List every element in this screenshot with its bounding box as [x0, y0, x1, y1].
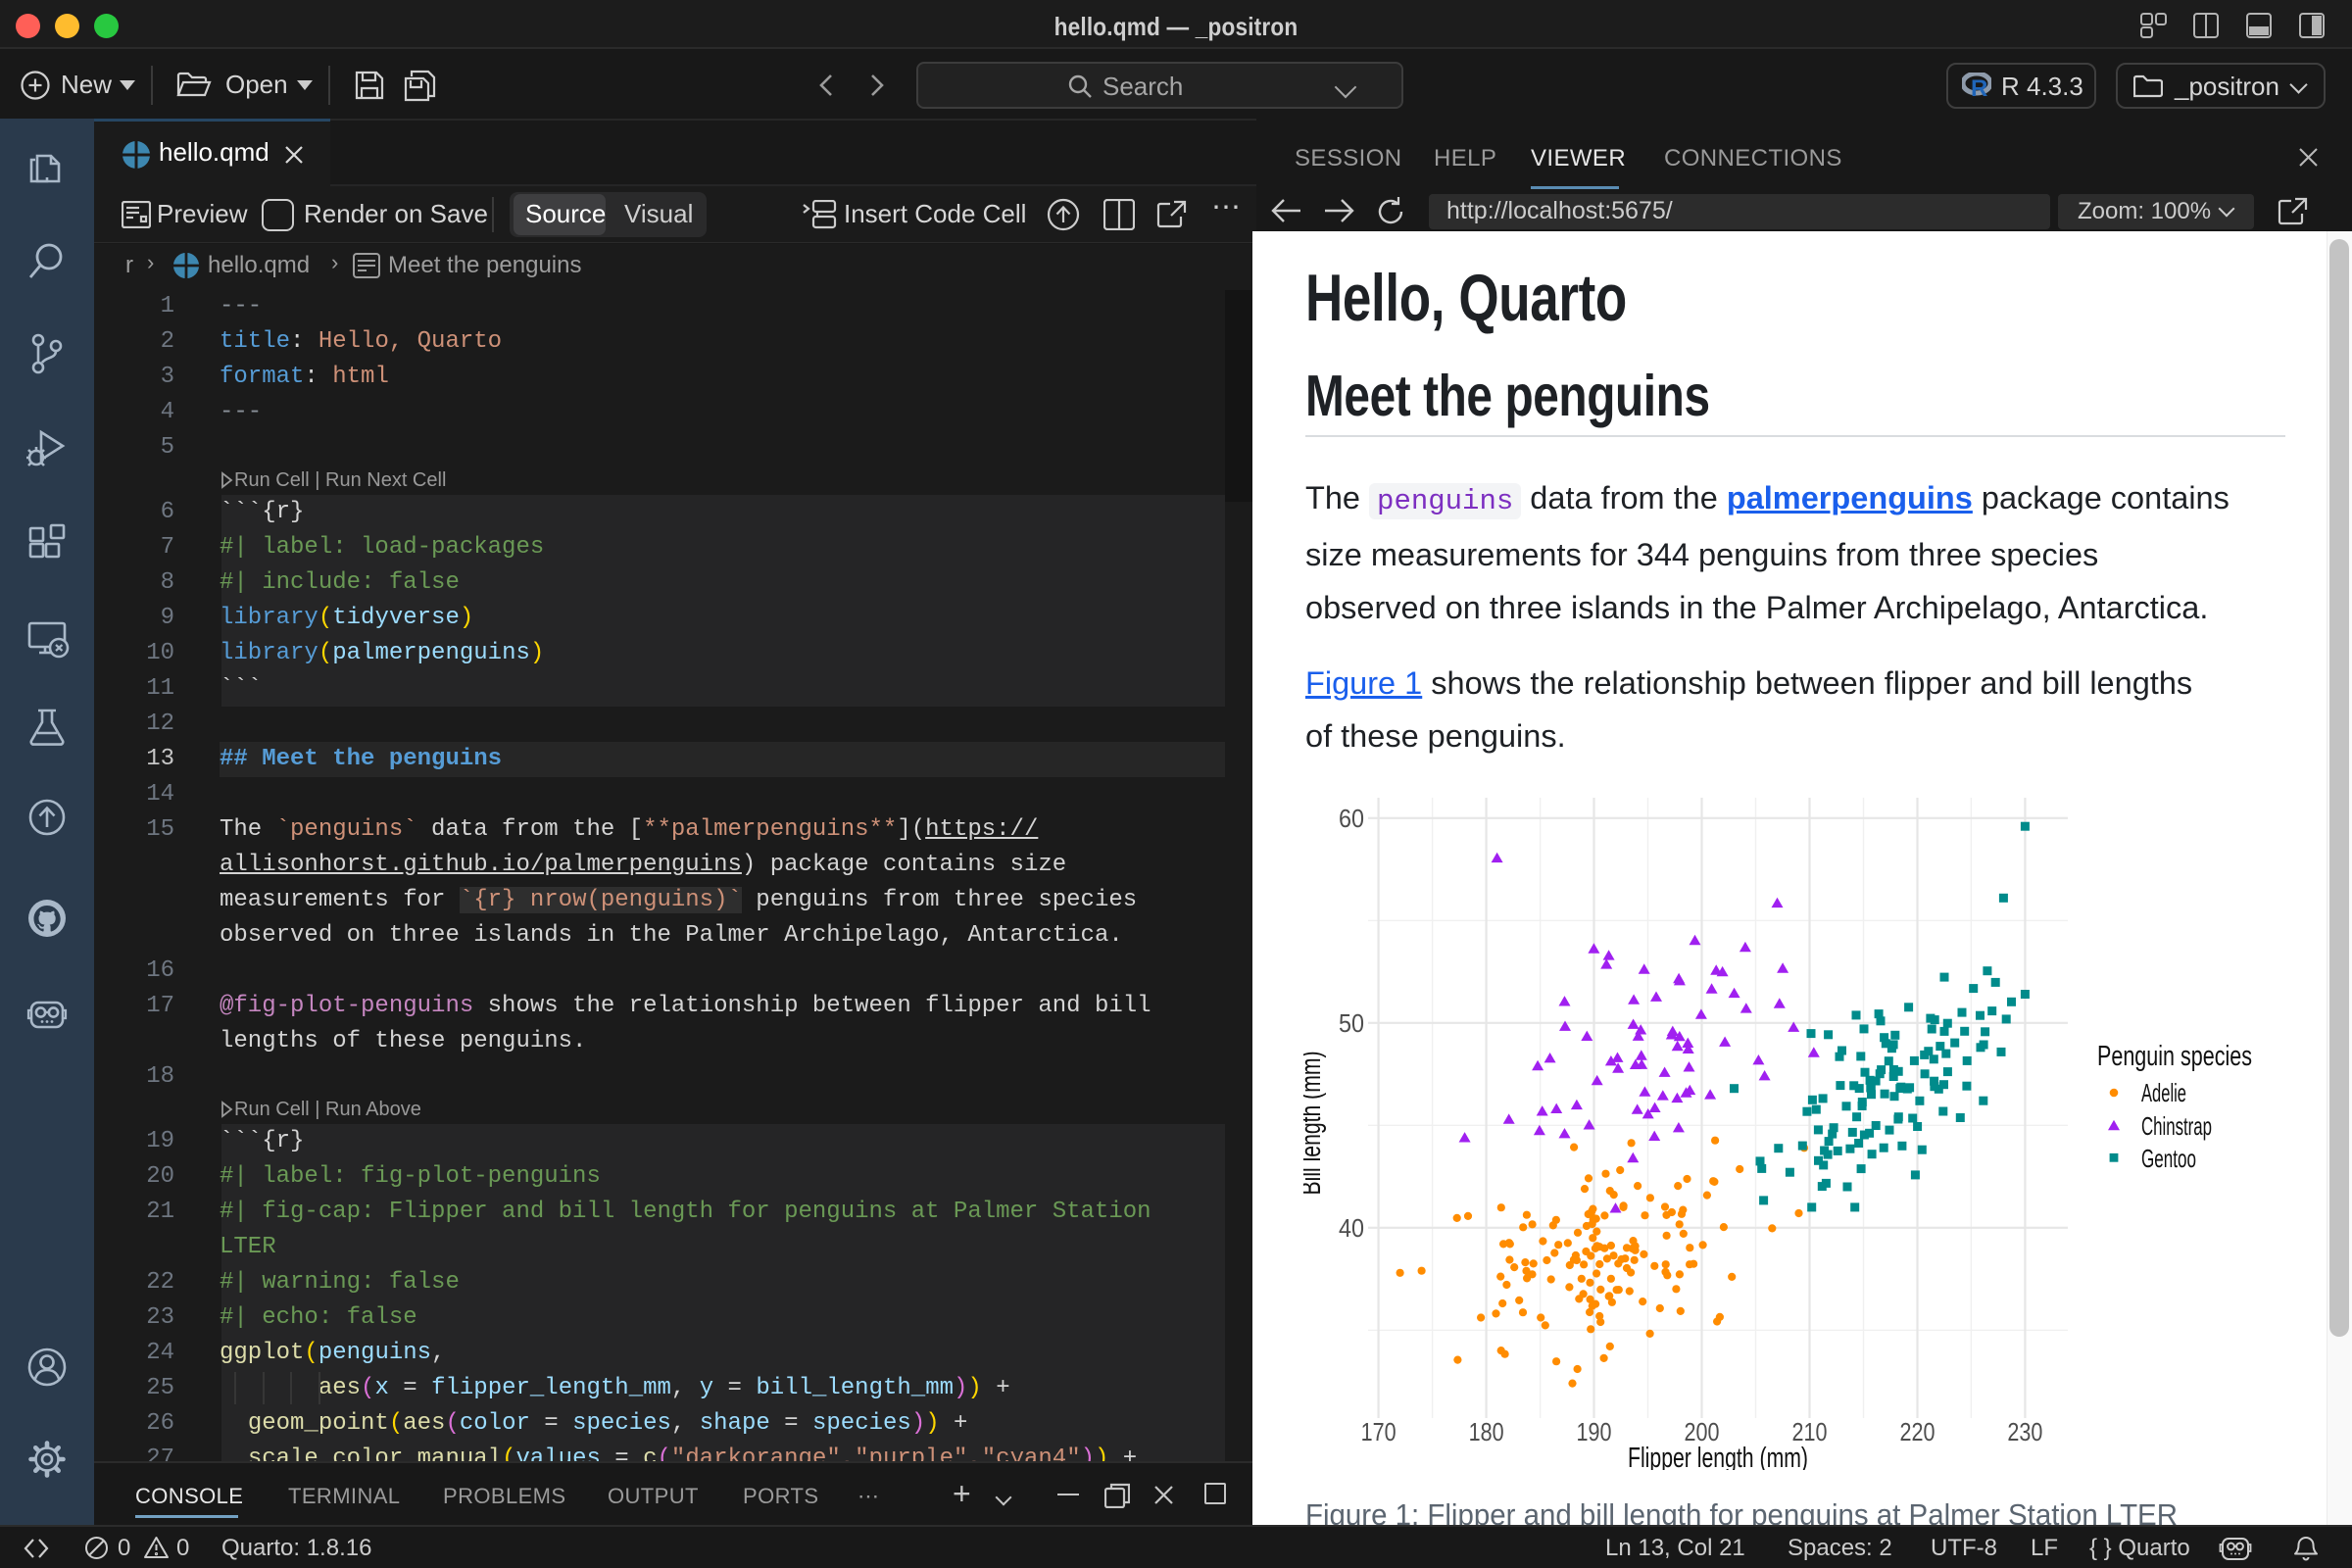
svg-text:60: 60	[1339, 804, 1364, 833]
svg-text:Bill length (mm): Bill length (mm)	[1303, 1052, 1327, 1196]
svg-text:220: 220	[1900, 1417, 1936, 1446]
svg-text:Gentoo: Gentoo	[2141, 1144, 2196, 1173]
svg-text:Chinstrap: Chinstrap	[2141, 1111, 2212, 1141]
svg-text:180: 180	[1469, 1417, 1504, 1446]
svg-text:230: 230	[2007, 1417, 2042, 1446]
svg-text:Adelie: Adelie	[2141, 1078, 2186, 1107]
svg-text:Flipper length (mm): Flipper length (mm)	[1628, 1443, 1808, 1470]
svg-text:190: 190	[1577, 1417, 1612, 1446]
svg-text:50: 50	[1339, 1008, 1364, 1038]
svg-text:170: 170	[1361, 1417, 1396, 1446]
svg-text:R: R	[1971, 75, 1987, 98]
svg-text:Penguin species: Penguin species	[2097, 1041, 2252, 1072]
svg-text:40: 40	[1339, 1213, 1364, 1243]
